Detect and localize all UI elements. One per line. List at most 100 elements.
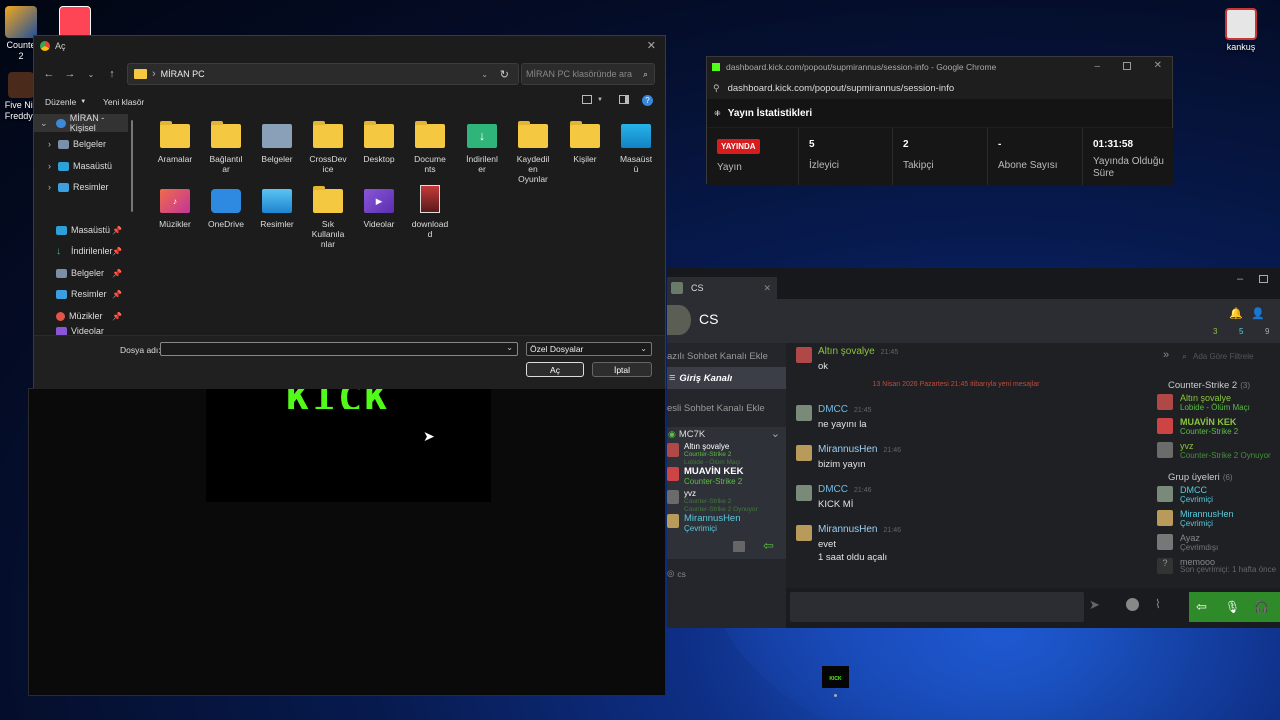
maximize-icon[interactable] — [1259, 275, 1268, 283]
new-folder-button[interactable]: Yeni klasör — [103, 97, 144, 107]
filename-input[interactable]: ⌄ — [160, 342, 518, 356]
member-item[interactable]: Altın şovalye Lobide - Ölüm Maçı — [1157, 394, 1280, 412]
nav-item-label: MİRAN - Kişisel — [69, 113, 105, 133]
folder-item[interactable]: Aramalar — [152, 121, 198, 164]
message-author[interactable]: MirannusHen — [818, 444, 877, 455]
folder-item[interactable]: Docume nts — [407, 121, 453, 174]
emoji-icon[interactable] — [1126, 598, 1139, 611]
file-item[interactable]: download d — [407, 185, 453, 239]
member-item[interactable]: yvz Counter-Strike 2 Oynuyor — [1157, 442, 1280, 460]
organize-button[interactable]: Düzenle ▼ — [45, 97, 86, 107]
quick-access-indirilenler[interactable]: ↓ İndirilenler 📌 — [34, 242, 130, 260]
nav-scrollbar[interactable] — [131, 120, 133, 212]
message-author[interactable]: DMCC — [818, 484, 848, 495]
breadcrumb[interactable]: › MİRAN PC ⌄ ↻ — [127, 63, 519, 85]
leave-voice-icon[interactable]: ⇦ — [1196, 599, 1207, 615]
chat-tab[interactable]: CS ✕ — [667, 277, 777, 299]
nav-item-masaustu[interactable]: › Masaüstü — [34, 157, 130, 175]
valorant-icon — [59, 6, 91, 38]
chat-message: DMCC 21:45 ne yayını la — [796, 403, 872, 430]
headset-icon[interactable]: 🎧 — [1254, 600, 1269, 614]
invite-friend-icon[interactable]: 👤 — [1251, 307, 1265, 320]
folder-item[interactable]: Kaydedil en Oyunlar — [510, 121, 556, 184]
preview-pane-icon[interactable] — [619, 95, 629, 104]
folder-item[interactable]: Desktop — [356, 121, 402, 164]
folder-item[interactable]: Belgeler — [254, 124, 300, 164]
calendar-icon[interactable] — [733, 541, 745, 552]
folder-item[interactable]: Masaüst ü — [613, 124, 659, 174]
member-item[interactable]: MirannusHen Çevrimiçi — [1157, 510, 1280, 528]
leave-voice-icon[interactable]: ⇦ — [763, 538, 774, 554]
refresh-icon[interactable]: ↻ — [500, 68, 509, 81]
voice-member[interactable]: MirannusHen Çevrimiçi — [667, 514, 786, 534]
folder-item[interactable]: CrossDev ice — [305, 121, 351, 174]
message-author[interactable]: DMCC — [818, 404, 848, 415]
nav-item-label: Belgeler — [71, 268, 105, 278]
quick-access-masaustu[interactable]: Masaüstü 📌 — [34, 221, 130, 239]
folder-item[interactable]: ↓ İndirilenl er — [459, 124, 505, 174]
folder-item[interactable]: ▶ Videolar — [356, 189, 402, 229]
ingame-count: 3 — [1213, 327, 1218, 336]
folder-label: Müzikler — [159, 219, 191, 229]
attachment-icon[interactable]: ⌇ — [1155, 597, 1161, 611]
nav-item-resimler[interactable]: › Resimler — [34, 178, 130, 196]
quick-access-belgeler[interactable]: Belgeler 📌 — [34, 264, 130, 282]
view-options-icon[interactable] — [582, 95, 592, 104]
minimize-icon[interactable]: – — [1237, 273, 1243, 285]
channel-list: azılı Sohbet Kanalı Ekle ≡ Giriş Kanalı … — [667, 343, 786, 628]
folder-item[interactable]: Resimler — [254, 189, 300, 229]
desktop-icon-kankus[interactable]: kankuş — [1212, 8, 1270, 53]
taskbar-kick-icon[interactable]: KICK — [822, 666, 849, 688]
up-arrow-icon[interactable]: ↑ — [103, 65, 121, 83]
avatar — [1157, 418, 1173, 434]
member-filter-input[interactable]: Ada Göre Filtrele — [1193, 352, 1253, 361]
message-input[interactable] — [790, 592, 1084, 622]
pictures-icon — [58, 182, 69, 192]
avatar — [667, 443, 679, 457]
help-icon[interactable]: ? — [642, 95, 653, 106]
nav-item-label: Masaüstü — [71, 225, 111, 235]
message-author[interactable]: MirannusHen — [818, 524, 877, 535]
forward-arrow-icon[interactable]: → — [61, 65, 79, 83]
folder-item[interactable]: Sık Kullanıla nlar — [305, 186, 351, 249]
voice-member[interactable]: yvz Counter-Strike 2 Counter-Strike 2 Oy… — [667, 490, 786, 514]
quick-access-muzikler[interactable]: Müzikler 📌 — [34, 307, 130, 325]
search-input[interactable]: MİRAN PC klasöründe ara ⌕ — [521, 63, 655, 85]
send-icon[interactable]: ➤ — [1089, 597, 1100, 613]
voice-channel-mc7k[interactable]: ◉ MC7K ⌄ Altın şovalye Counter-Strike 2 … — [667, 427, 786, 537]
chevron-down-icon[interactable]: ⌄ — [481, 70, 488, 79]
caret-down-icon[interactable]: ▼ — [597, 97, 603, 103]
chevron-down-icon[interactable]: ⌄ — [506, 343, 513, 352]
chevron-down-icon[interactable]: ⌄ — [82, 65, 100, 83]
member-item[interactable]: MUAVİN KEK Counter-Strike 2 — [1157, 418, 1280, 436]
folder-item[interactable]: OneDrive — [203, 189, 249, 229]
voice-member[interactable]: Altın şovalye Counter-Strike 2 Lobide - … — [667, 443, 786, 467]
open-button[interactable]: Aç — [526, 362, 584, 377]
member-item[interactable]: ? memooo Son çevrimiçi: 1 hafta önce — [1157, 558, 1280, 574]
nav-item-belgeler[interactable]: › Belgeler — [34, 135, 130, 153]
member-name: MirannusHen — [684, 513, 741, 524]
member-item[interactable]: Ayaz Çevrimdışı — [1157, 534, 1280, 552]
chevron-down-icon[interactable]: ⌄ — [771, 427, 780, 440]
member-item[interactable]: DMCC Çevrimiçi — [1157, 486, 1280, 504]
file-type-select[interactable]: Özel Dosyalar ⌄ — [526, 342, 652, 356]
quick-access-resimler[interactable]: Resimler 📌 — [34, 285, 130, 303]
folder-item[interactable]: ♪ Müzikler — [152, 189, 198, 229]
member-name: DMCC — [1180, 485, 1207, 495]
nav-item-onedrive[interactable]: ⌄ MİRAN - Kişisel — [34, 113, 128, 133]
back-arrow-icon[interactable]: ← — [40, 65, 58, 83]
collapse-panel-icon[interactable]: » — [1163, 349, 1169, 361]
nav-item-label: Masaüstü — [73, 161, 113, 171]
channel-giris[interactable]: ≡ Giriş Kanalı — [667, 367, 786, 389]
add-voice-channel-button[interactable]: esli Sohbet Kanalı Ekle — [667, 403, 765, 414]
notification-bell-icon[interactable]: 🔔 — [1229, 307, 1243, 320]
microphone-icon[interactable]: 🎙 — [1225, 600, 1240, 614]
cancel-button[interactable]: İptal — [592, 362, 652, 377]
folder-item[interactable]: Kişiler — [562, 121, 608, 164]
voice-member[interactable]: MUAVİN KEK Counter-Strike 2 — [667, 467, 786, 487]
close-icon[interactable]: ✕ — [647, 39, 656, 52]
close-tab-icon[interactable]: ✕ — [763, 283, 771, 294]
message-author[interactable]: Altın şovalye — [818, 346, 875, 357]
add-text-channel-button[interactable]: azılı Sohbet Kanalı Ekle — [667, 351, 768, 362]
folder-item[interactable]: Bağlantıl ar — [203, 121, 249, 174]
